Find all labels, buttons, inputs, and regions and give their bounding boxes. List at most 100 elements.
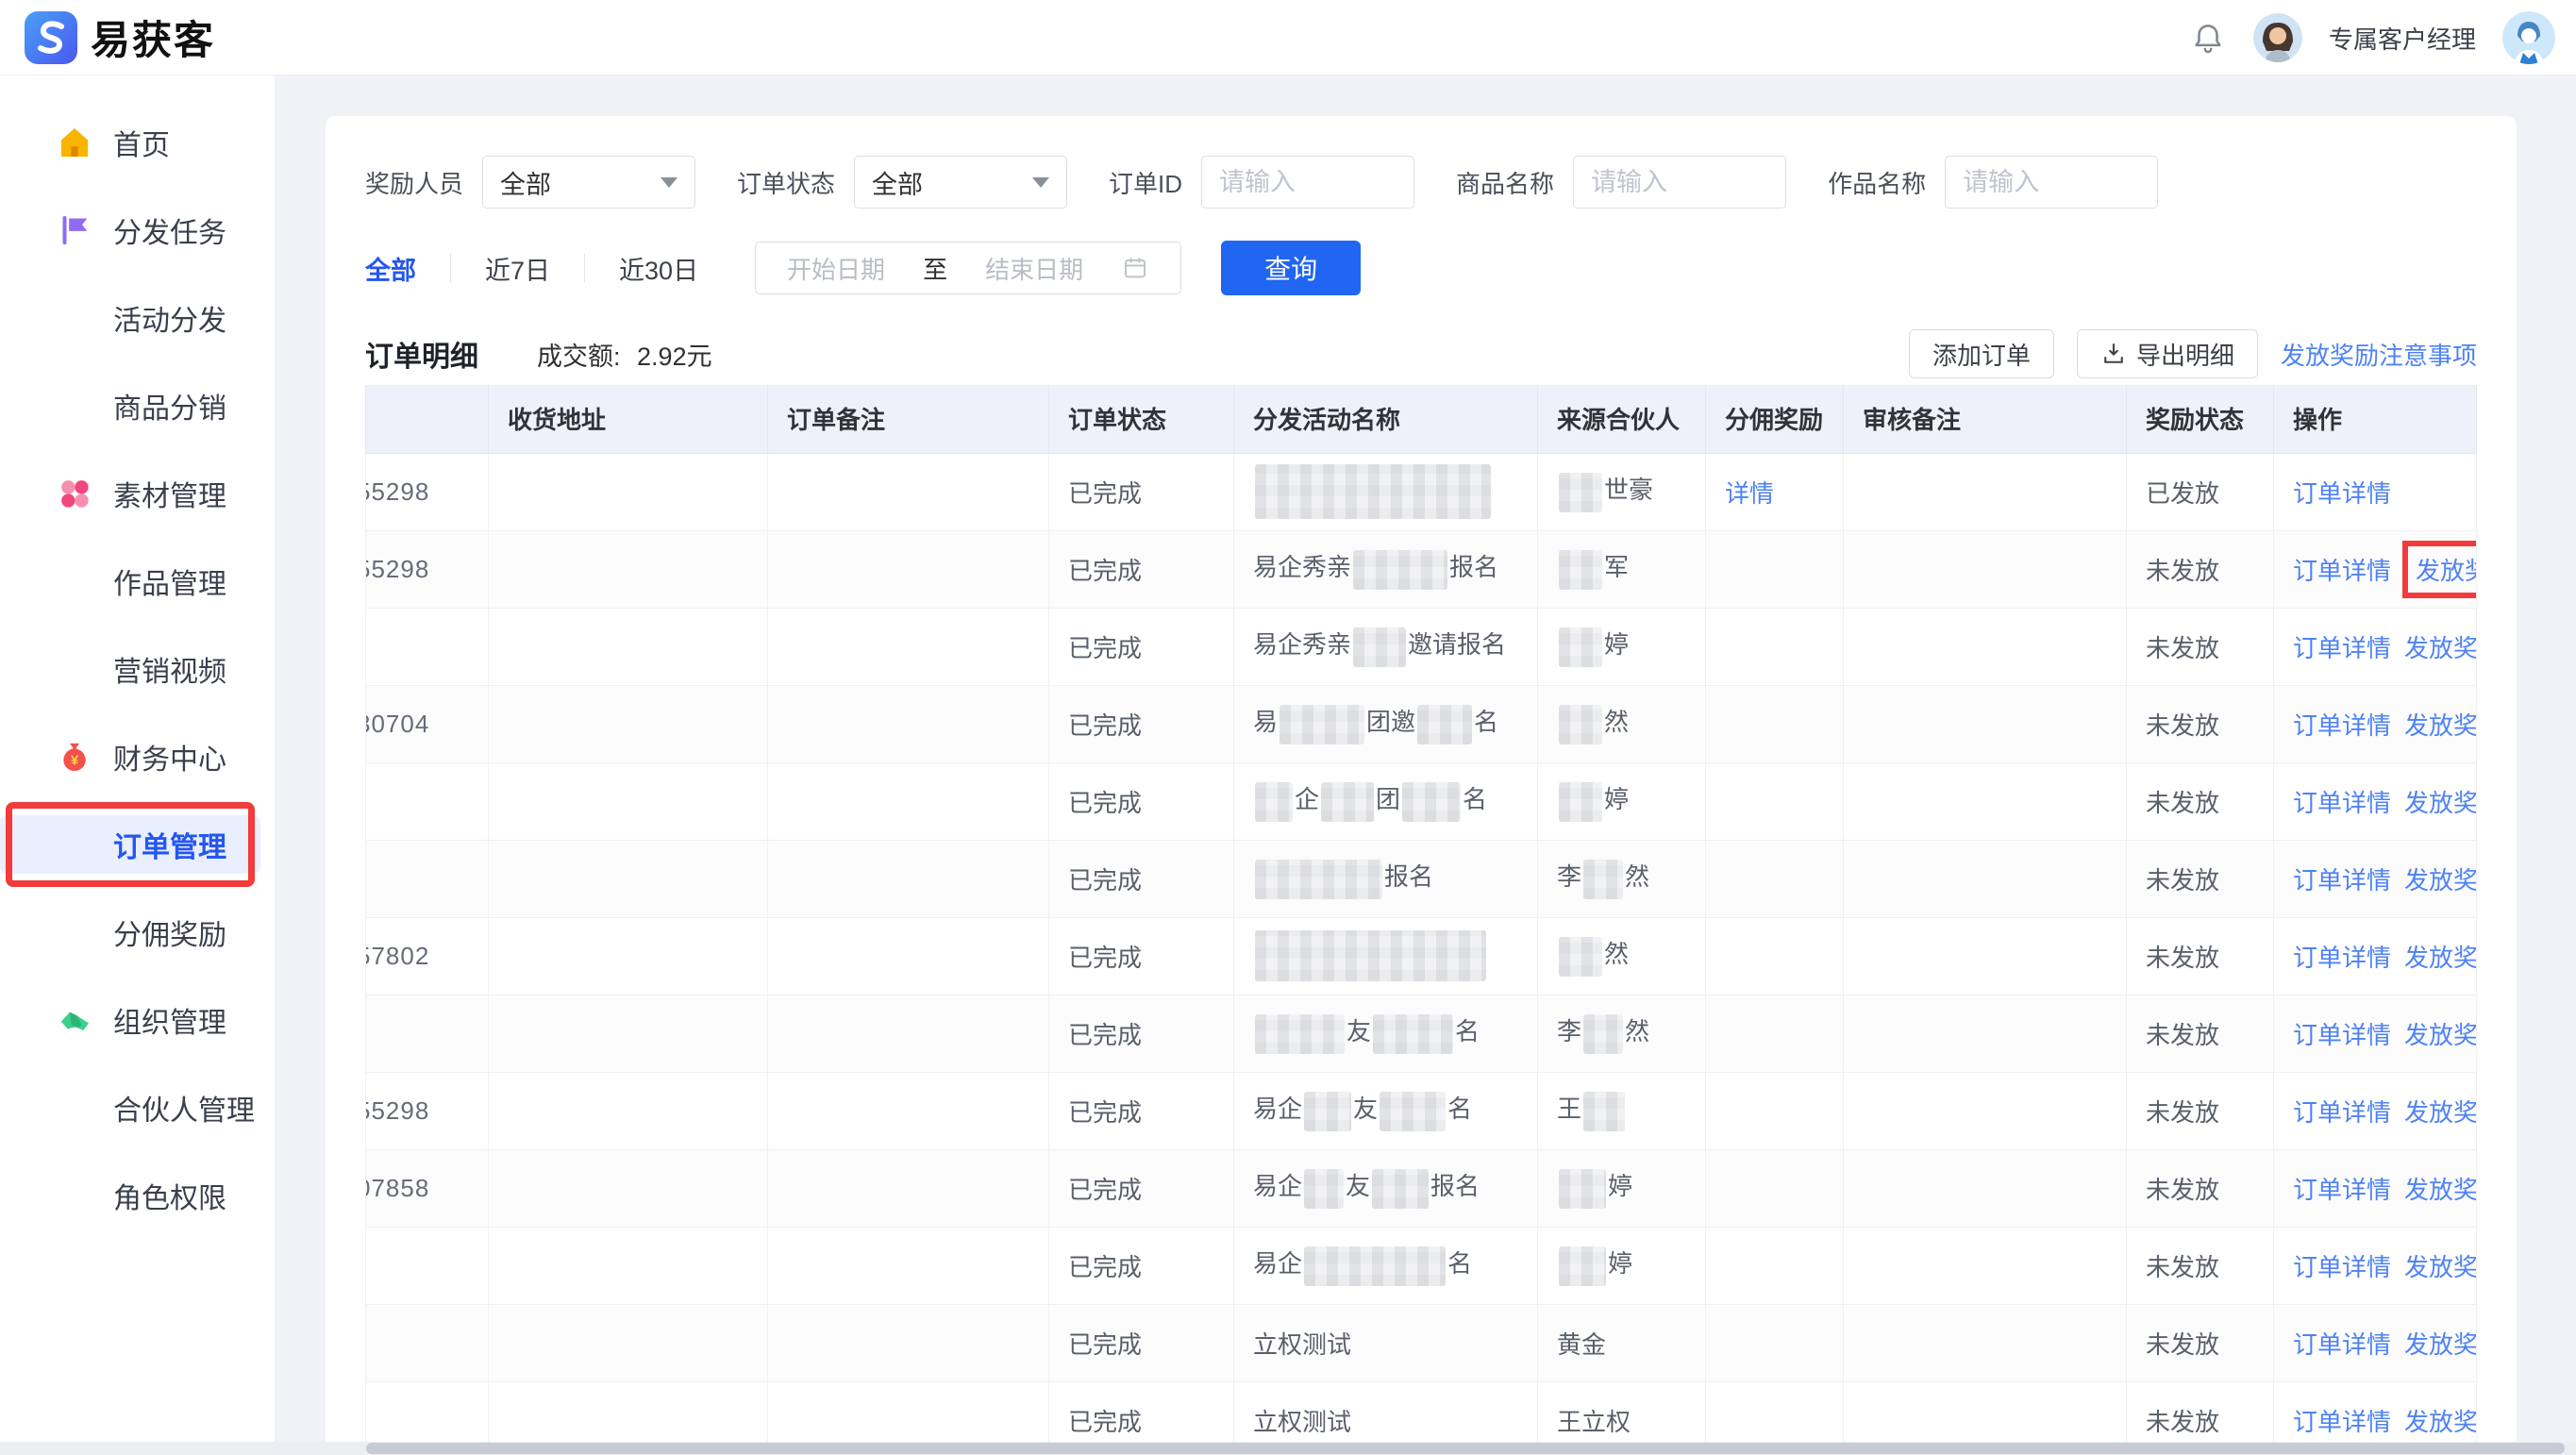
- order-id-cell: 55298: [366, 530, 489, 608]
- add-order-button[interactable]: 添加订单: [1909, 329, 2054, 378]
- reward-status-cell: 未发放: [2127, 762, 2274, 840]
- sidebar-item-commission-reward[interactable]: 分佣奖励: [0, 903, 275, 962]
- sidebar-item-distribution-tasks[interactable]: 分发任务: [0, 201, 275, 259]
- cell-text: 世豪: [1604, 476, 1653, 504]
- divider: [450, 254, 451, 282]
- sidebar-item-label: 财务中心: [113, 736, 226, 778]
- export-button[interactable]: 导出明细: [2077, 329, 2258, 378]
- order-status-cell: 已完成: [1049, 995, 1234, 1072]
- censored-mosaic: [1402, 782, 1461, 822]
- reward-status-cell: 未发放: [2127, 1304, 2274, 1381]
- table-header-cell: 收货地址: [489, 385, 768, 453]
- order-status-select[interactable]: 全部: [854, 156, 1067, 209]
- grant-reward-link[interactable]: 发放奖励: [2404, 634, 2476, 662]
- order-detail-link[interactable]: 订单详情: [2293, 1408, 2391, 1436]
- reward-status-cell: 未发放: [2127, 840, 2274, 917]
- sidebar-item-activity-distribution[interactable]: 活动分发: [0, 289, 275, 347]
- sidebar-item-works-management[interactable]: 作品管理: [0, 552, 275, 610]
- range-tab-all[interactable]: 全部: [365, 250, 416, 287]
- order-detail-link[interactable]: 订单详情: [2293, 634, 2391, 662]
- censored-mosaic: [1304, 1246, 1446, 1286]
- grant-reward-link[interactable]: 发放奖励: [2404, 1098, 2476, 1127]
- sidebar-item-home[interactable]: 首页: [0, 113, 275, 172]
- sidebar-item-product-distribution[interactable]: 商品分销: [0, 376, 275, 435]
- activity-name-cell: [1234, 917, 1538, 995]
- order-detail-link[interactable]: 订单详情: [2293, 1021, 2391, 1049]
- censored-mosaic: [1559, 550, 1602, 590]
- grant-reward-link[interactable]: 发放奖励: [2404, 1408, 2476, 1436]
- product-name-input[interactable]: [1573, 156, 1786, 209]
- order-id-input[interactable]: [1201, 156, 1414, 209]
- sidebar-item-material-management[interactable]: 素材管理: [0, 464, 275, 523]
- cell-text: 然: [1625, 1017, 1649, 1045]
- date-to-label: 至: [923, 251, 947, 286]
- censored-mosaic: [1559, 473, 1602, 512]
- order-status-label: 订单状态: [737, 165, 835, 200]
- grant-reward-link[interactable]: 发放奖励: [2404, 1253, 2476, 1281]
- source-partner-cell: 然: [1538, 685, 1706, 762]
- cell-text: 名: [1474, 708, 1498, 736]
- order-detail-link[interactable]: 订单详情: [2293, 1176, 2391, 1204]
- commission-detail-link[interactable]: 详情: [1725, 479, 1774, 508]
- censored-mosaic: [1373, 1014, 1453, 1054]
- receiver-address-cell: [489, 1072, 768, 1149]
- grant-reward-link[interactable]: 发放奖励: [2404, 1021, 2476, 1049]
- actions-cell: 订单详情发放奖励: [2274, 840, 2477, 917]
- order-detail-link[interactable]: 订单详情: [2293, 1098, 2391, 1127]
- sidebar-item-role-permission[interactable]: 角色权限: [0, 1166, 275, 1225]
- order-id-cell: [366, 840, 489, 917]
- table-header-cell: 操作: [2274, 385, 2477, 453]
- commission-reward-cell: [1706, 530, 1844, 608]
- censored-mosaic: [1417, 705, 1472, 744]
- chevron-down-icon: [661, 177, 677, 188]
- grant-reward-link[interactable]: 发放奖励: [2404, 1330, 2476, 1359]
- audit-remark-cell: [1844, 1227, 2127, 1304]
- order-detail-link[interactable]: 订单详情: [2293, 557, 2391, 585]
- sidebar-item-label: 组织管理: [113, 999, 226, 1041]
- order-remark-cell: [768, 917, 1049, 995]
- date-range-picker[interactable]: 开始日期 至 结束日期: [755, 242, 1181, 294]
- sidebar-item-partner-management[interactable]: 合伙人管理: [0, 1079, 275, 1137]
- order-detail-link[interactable]: 订单详情: [2293, 866, 2391, 895]
- sidebar-item-organization-management[interactable]: 组织管理: [0, 991, 275, 1049]
- order-detail-link[interactable]: 订单详情: [2293, 711, 2391, 740]
- reward-notice-link[interactable]: 发放奖励注意事项: [2281, 337, 2477, 372]
- source-partner-cell: 李然: [1538, 840, 1706, 917]
- sidebar-item-finance-center[interactable]: ¥财务中心: [0, 728, 275, 786]
- reward-status-cell: 已发放: [2127, 453, 2274, 530]
- cell-text: 易企秀亲: [1253, 630, 1351, 659]
- grant-reward-link[interactable]: 发放奖励: [2404, 1176, 2476, 1204]
- horizontal-scrollbar-thumb[interactable]: [366, 1443, 2565, 1454]
- manager-avatar[interactable]: [2253, 13, 2302, 62]
- order-detail-link[interactable]: 订单详情: [2293, 1330, 2391, 1359]
- sidebar-item-label: 素材管理: [113, 473, 226, 514]
- order-id-text: 55298: [366, 1096, 430, 1126]
- sidebar-item-order-management[interactable]: 订单管理: [0, 815, 260, 874]
- order-remark-cell: [768, 1072, 1049, 1149]
- reward-person-select[interactable]: 全部: [482, 156, 695, 209]
- order-detail-link[interactable]: 订单详情: [2293, 789, 2391, 817]
- source-partner-cell: 军: [1538, 530, 1706, 608]
- grant-reward-link[interactable]: 发放奖励: [2404, 866, 2476, 895]
- grant-reward-link[interactable]: 发放奖励: [2416, 557, 2476, 585]
- grant-reward-link[interactable]: 发放奖励: [2404, 944, 2476, 972]
- user-avatar[interactable]: [2502, 11, 2555, 64]
- range-tab-7d[interactable]: 近7日: [485, 250, 550, 287]
- order-detail-link[interactable]: 订单详情: [2293, 944, 2391, 972]
- range-tab-30d[interactable]: 近30日: [619, 250, 698, 287]
- clover-icon: [55, 474, 94, 513]
- table-row: 已完成友名李然未发放订单详情发放奖励: [366, 995, 2477, 1072]
- sidebar-item-label: 订单管理: [113, 824, 226, 865]
- notification-bell-icon[interactable]: [2189, 19, 2227, 57]
- grant-reward-link[interactable]: 发放奖励: [2404, 789, 2476, 817]
- sidebar-item-marketing-video[interactable]: 营销视频: [0, 640, 275, 698]
- order-detail-link[interactable]: 订单详情: [2293, 1253, 2391, 1281]
- audit-remark-cell: [1844, 453, 2127, 530]
- search-button[interactable]: 查询: [1221, 241, 1361, 295]
- gmv-summary: 成交额: 2.92元: [537, 336, 712, 373]
- activity-name-cell: 易团邀名: [1234, 685, 1538, 762]
- grant-reward-link[interactable]: 发放奖励: [2404, 711, 2476, 740]
- order-detail-link[interactable]: 订单详情: [2293, 479, 2391, 508]
- reward-status-cell: 未发放: [2127, 530, 2274, 608]
- work-name-input[interactable]: [1945, 156, 2158, 209]
